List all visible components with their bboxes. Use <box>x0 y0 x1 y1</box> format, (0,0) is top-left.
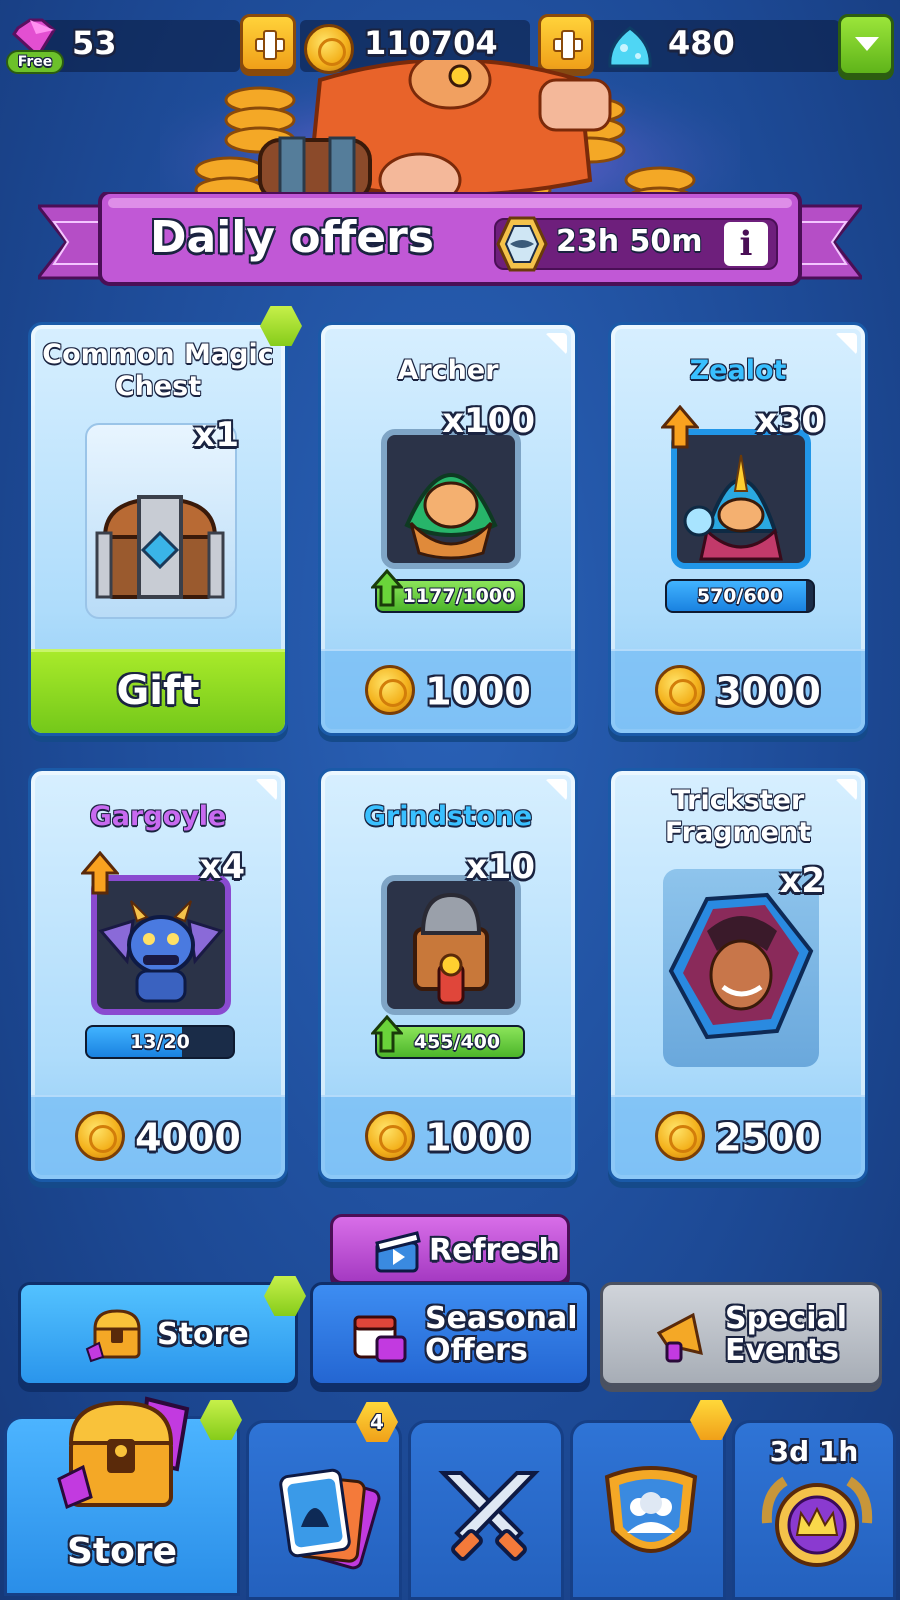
coin-icon <box>75 1111 126 1161</box>
buy-button[interactable]: 4000 <box>31 1095 285 1179</box>
price-value: 1000 <box>425 669 531 714</box>
offer-card-trickster-fragment[interactable]: Trickster Fragment x2 2500 <box>608 768 868 1182</box>
card-corner <box>545 333 567 355</box>
coins-count: 110704 <box>364 24 498 62</box>
clan-shield-icon <box>604 1466 698 1553</box>
offer-card-archer[interactable]: Archer x100 1177/1000 1000 <box>318 322 578 736</box>
price: 2500 <box>611 1111 865 1165</box>
price-value: 1000 <box>425 1115 531 1160</box>
calendar-gift-icon <box>353 1315 407 1363</box>
refresh-label: Refresh <box>429 1233 560 1268</box>
megaphone-icon <box>656 1312 703 1363</box>
gems-count: 53 <box>72 24 117 62</box>
price: 3000 <box>611 665 865 719</box>
upgrade-arrow-icon <box>371 1015 403 1053</box>
offer-quantity: x4 <box>199 847 245 887</box>
crossed-swords-icon <box>438 1471 540 1561</box>
unit-portrait <box>671 429 811 569</box>
offer-title: Grindstone <box>363 801 533 832</box>
offer-quantity: x30 <box>755 401 825 441</box>
video-clapper-icon <box>375 1231 421 1273</box>
tab-label-line2: Events <box>725 1333 839 1368</box>
unit-portrait <box>91 875 231 1015</box>
nav-cards[interactable] <box>246 1420 402 1600</box>
tab-label: Store <box>157 1317 249 1352</box>
tab-seasonal-offers[interactable]: Seasonal Offers <box>310 1282 590 1386</box>
store-chest-icon <box>57 1396 190 1510</box>
nav-season[interactable]: 3d 1h <box>732 1420 896 1600</box>
coin-icon <box>365 665 416 715</box>
upgrade-arrow-icon <box>661 405 699 449</box>
offer-card-zealot[interactable]: Zealot x30 570/600 3000 <box>608 322 868 736</box>
progress-text: 570/600 <box>696 585 784 607</box>
free-badge[interactable]: Free <box>6 50 64 74</box>
nav-battle[interactable] <box>408 1420 564 1600</box>
price-value: 4000 <box>135 1115 241 1160</box>
card-corner <box>835 333 857 355</box>
upgrade-arrow-icon <box>371 569 403 607</box>
offer-title: Archer <box>397 355 499 386</box>
info-button[interactable]: i <box>724 222 768 266</box>
offer-title: Trickster Fragment <box>664 785 812 848</box>
upgrade-arrow-icon <box>81 851 119 895</box>
nav-clan[interactable] <box>570 1420 726 1600</box>
buy-button[interactable]: 1000 <box>321 1095 575 1179</box>
unit-progress-bar: 570/600 <box>665 579 815 613</box>
offer-quantity: x1 <box>193 415 239 455</box>
offer-card-common-magic-chest[interactable]: Common Magic Chest x1 Gift <box>28 322 288 736</box>
tab-special-events[interactable]: Special Events <box>600 1282 882 1386</box>
buy-button[interactable]: 2500 <box>611 1095 865 1179</box>
offer-title: Gargoyle <box>89 801 227 832</box>
banner-title: Daily offers <box>150 212 434 263</box>
unit-portrait <box>381 875 521 1015</box>
crystals-count: 480 <box>668 24 735 62</box>
hourglass-icon <box>496 216 548 272</box>
season-timer: 3d 1h <box>769 1435 859 1468</box>
tab-store[interactable]: Store <box>18 1282 298 1386</box>
buy-button[interactable]: 1000 <box>321 649 575 733</box>
season-crown-icon <box>761 1476 873 1567</box>
offer-title: Common Magic Chest <box>42 339 274 402</box>
progress-text: 13/20 <box>130 1031 190 1053</box>
price: 4000 <box>31 1111 285 1165</box>
price: 1000 <box>321 665 575 719</box>
menu-dropdown-button[interactable] <box>838 14 894 76</box>
unit-portrait <box>381 429 521 569</box>
offer-card-gargoyle[interactable]: Gargoyle x4 13/20 4000 <box>28 768 288 1182</box>
timer-text: 23h 50m <box>556 224 703 259</box>
store-chest-icon <box>85 1309 141 1363</box>
gift-button[interactable]: Gift <box>31 649 285 733</box>
card-corner <box>545 779 567 801</box>
nav-label: Store <box>66 1531 178 1572</box>
zealot-portrait <box>683 454 783 561</box>
gift-label: Gift <box>116 668 200 714</box>
trickster-fragment-portrait <box>668 892 814 1040</box>
unit-progress-bar: 13/20 <box>85 1025 235 1059</box>
archer-portrait <box>404 473 498 560</box>
buy-button[interactable]: 3000 <box>611 649 865 733</box>
offer-quantity: x100 <box>442 401 535 441</box>
coin-icon <box>655 1111 706 1161</box>
price-value: 3000 <box>715 669 821 714</box>
chest-icon <box>95 495 225 599</box>
cards-icon <box>279 1468 381 1570</box>
tab-label-line1: Seasonal <box>425 1301 578 1336</box>
coin-icon <box>365 1111 416 1161</box>
offer-quantity: x10 <box>465 847 535 887</box>
offer-card-grindstone[interactable]: Grindstone x10 455/400 1000 <box>318 768 578 1182</box>
refresh-button[interactable]: Refresh <box>330 1214 570 1284</box>
card-corner <box>255 779 277 801</box>
nav-store[interactable]: Store <box>4 1396 240 1596</box>
price: 1000 <box>321 1111 575 1165</box>
offer-title: Zealot <box>689 355 787 386</box>
grindstone-portrait <box>413 892 489 1005</box>
price-value: 2500 <box>715 1115 821 1160</box>
tab-label-line1: Special <box>725 1301 848 1336</box>
coin-icon <box>655 665 706 715</box>
gargoyle-portrait <box>98 900 224 1003</box>
tab-label-line2: Offers <box>425 1333 528 1368</box>
